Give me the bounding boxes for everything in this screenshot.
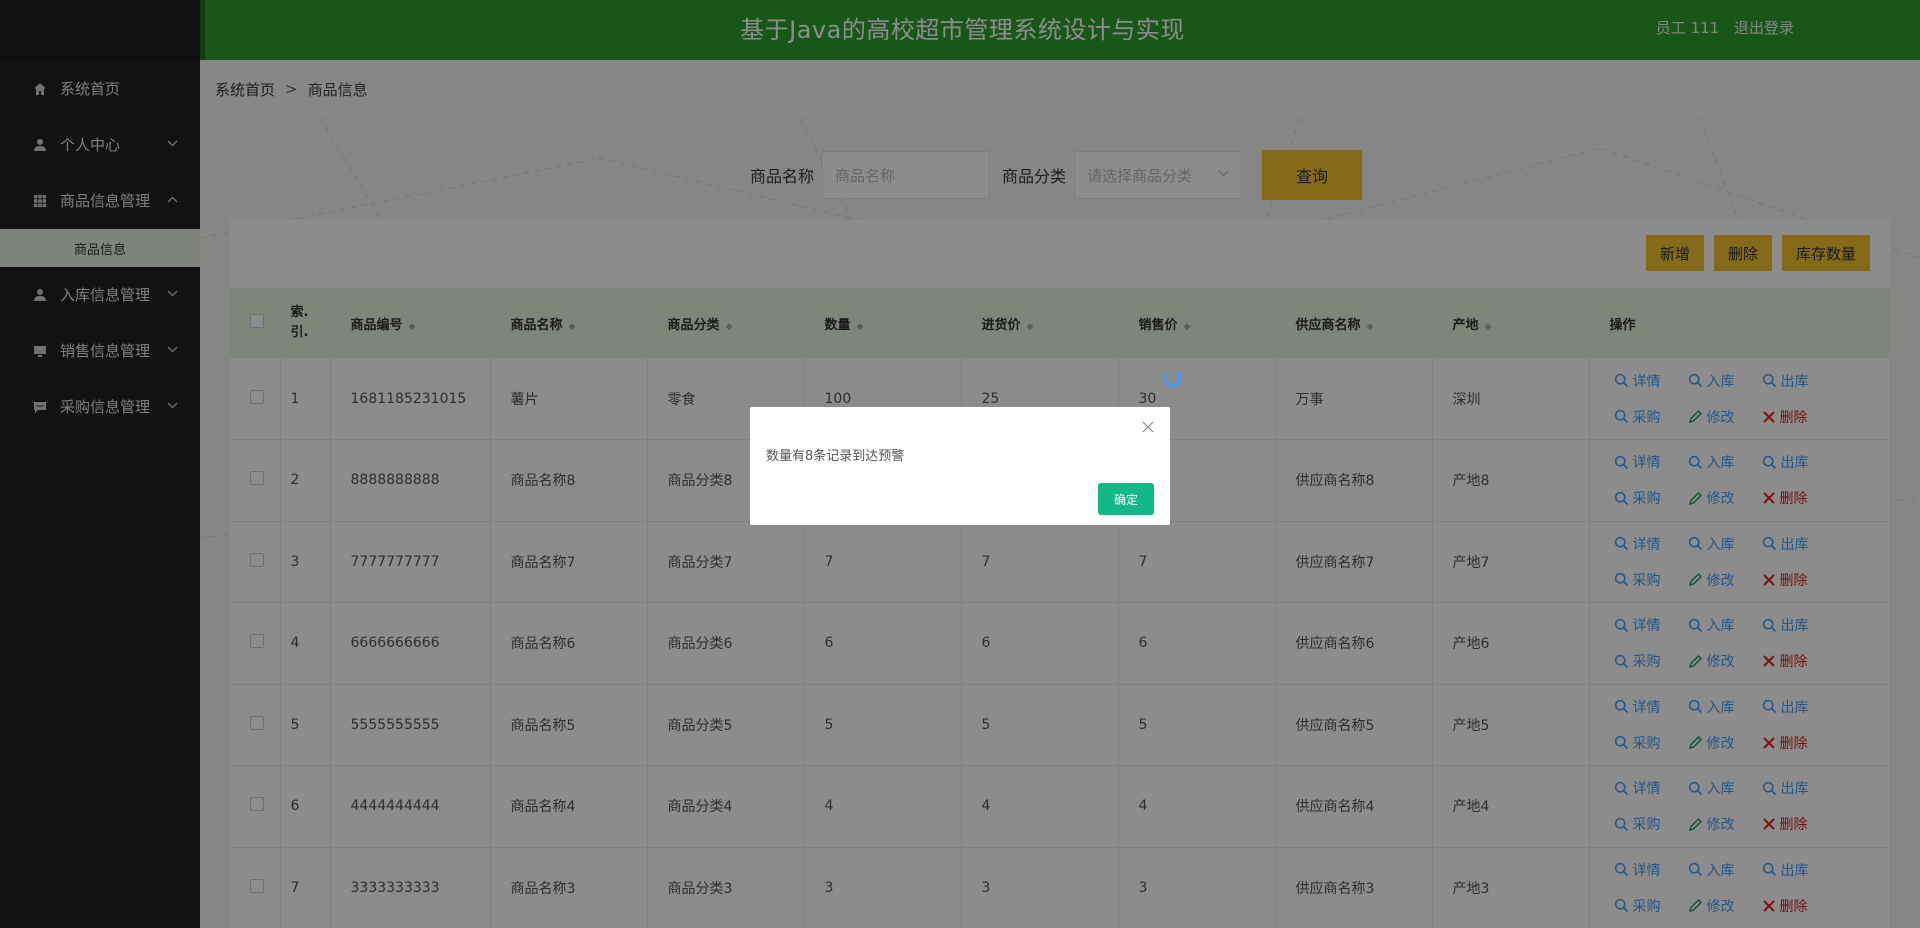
alert-message: 数量有8条记录到达预警 xyxy=(766,449,905,464)
loading-spinner-icon xyxy=(1163,369,1181,387)
close-icon[interactable] xyxy=(1142,417,1154,438)
alert-dialog: 数量有8条记录到达预警 确定 xyxy=(750,407,1170,525)
confirm-button[interactable]: 确定 xyxy=(1098,483,1154,515)
